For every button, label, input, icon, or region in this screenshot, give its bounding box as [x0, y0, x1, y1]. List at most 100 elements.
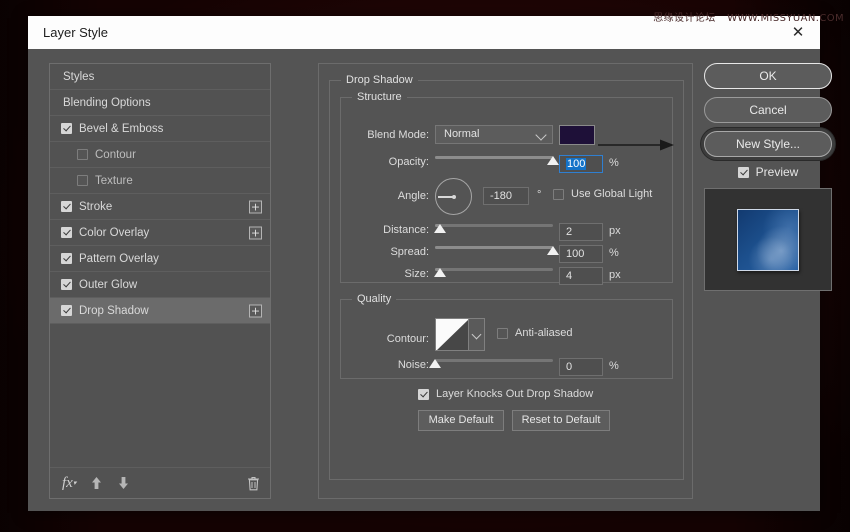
preview-row[interactable]: Preview	[704, 165, 832, 179]
watermark-url: WWW.MISSYUAN.COM	[727, 13, 844, 24]
styles-list-item-label: Pattern Overlay	[79, 252, 159, 265]
styles-list-item-checkbox[interactable]	[61, 227, 72, 238]
styles-list-item-stroke[interactable]: Stroke +	[50, 194, 270, 220]
angle-input[interactable]: -180	[483, 187, 529, 205]
angle-dial[interactable]	[435, 178, 472, 215]
styles-list-item-label: Color Overlay	[79, 226, 150, 239]
styles-list-item-checkbox[interactable]	[61, 279, 72, 290]
styles-list-item-label: Bevel & Emboss	[79, 122, 164, 135]
spread-slider-fill	[435, 246, 553, 249]
angle-value: -180	[490, 190, 513, 202]
size-value: 4	[566, 270, 573, 282]
noise-value: 0	[566, 361, 573, 373]
styles-list-items: Styles Blending Options Bevel & Emboss Cont…	[50, 64, 270, 467]
distance-slider-knob[interactable]	[433, 224, 446, 233]
size-slider-track[interactable]	[435, 268, 553, 271]
add-effect-icon[interactable]: +	[249, 304, 262, 317]
noise-slider-knob[interactable]	[429, 359, 441, 368]
contour-preview[interactable]	[435, 318, 469, 351]
use-global-light-label: Use Global Light	[571, 188, 653, 200]
opacity-slider-track[interactable]	[435, 156, 553, 159]
preview-swatch	[737, 208, 799, 271]
anti-aliased-row[interactable]: Anti-aliased	[497, 327, 572, 339]
knockout-checkbox[interactable]	[418, 388, 429, 400]
styles-list-item-checkbox[interactable]	[77, 149, 88, 160]
make-default-button[interactable]: Make Default	[418, 410, 504, 431]
spread-input[interactable]: 100	[559, 245, 603, 263]
distance-input[interactable]: 2	[559, 223, 603, 241]
opacity-unit: %	[609, 157, 619, 169]
opacity-slider-knob[interactable]	[547, 156, 559, 165]
styles-list-item-styles[interactable]: Styles	[50, 64, 270, 90]
styles-list-item-label: Stroke	[79, 200, 113, 213]
knockout-row[interactable]: Layer Knocks Out Drop Shadow	[418, 388, 593, 400]
spread-slider-knob[interactable]	[547, 246, 559, 255]
styles-list: Styles Blending Options Bevel & Emboss Cont…	[49, 63, 271, 499]
chevron-down-icon	[471, 329, 482, 340]
watermark-chinese: 思缘设计论坛	[653, 13, 716, 24]
cancel-button[interactable]: Cancel	[704, 97, 832, 123]
styles-list-item-checkbox[interactable]	[61, 123, 72, 134]
preview-thumbnail	[704, 188, 832, 291]
styles-list-item-outer-glow[interactable]: Outer Glow	[50, 272, 270, 298]
spread-label: Spread:	[390, 246, 429, 258]
move-up-icon[interactable]	[90, 476, 103, 490]
contour-dropdown[interactable]	[469, 318, 485, 351]
add-effect-icon[interactable]: +	[249, 226, 262, 239]
spread-value: 100	[566, 248, 585, 260]
size-label: Size:	[404, 268, 429, 280]
noise-input[interactable]: 0	[559, 358, 603, 376]
noise-slider-track[interactable]	[435, 359, 553, 362]
use-global-light-checkbox[interactable]	[553, 188, 564, 200]
chevron-down-icon	[535, 129, 547, 141]
size-slider-knob[interactable]	[433, 268, 446, 277]
add-effect-icon[interactable]: +	[249, 200, 262, 213]
annotation-arrow	[598, 137, 676, 153]
styles-list-item-pattern-overlay[interactable]: Pattern Overlay	[50, 246, 270, 272]
move-down-icon[interactable]	[117, 476, 130, 490]
distance-slider-track[interactable]	[435, 224, 553, 227]
noise-label: Noise:	[397, 359, 429, 371]
styles-list-item-color-overlay[interactable]: Color Overlay +	[50, 220, 270, 246]
preview-label: Preview	[755, 165, 799, 179]
quality-group-label: Quality	[352, 293, 397, 305]
styles-list-item-label: Blending Options	[63, 96, 151, 109]
styles-list-item-checkbox[interactable]	[61, 201, 72, 212]
trash-icon[interactable]	[247, 476, 260, 491]
use-global-light-row[interactable]: Use Global Light	[553, 188, 652, 200]
spread-slider-track[interactable]	[435, 246, 553, 249]
watermark: 思缘设计论坛 WWW.MISSYUAN.COM	[653, 9, 844, 24]
fx-icon[interactable]: fx▾	[62, 475, 76, 492]
new-style-button[interactable]: New Style...	[704, 131, 832, 157]
angle-label: Angle:	[397, 190, 429, 202]
styles-list-item-checkbox[interactable]	[77, 175, 88, 186]
ok-button[interactable]: OK	[704, 63, 832, 89]
styles-list-item-checkbox[interactable]	[61, 305, 72, 316]
knockout-label: Layer Knocks Out Drop Shadow	[436, 388, 594, 400]
shadow-color-swatch[interactable]	[559, 125, 595, 145]
distance-unit: px	[609, 225, 621, 237]
styles-list-item-blending-options[interactable]: Blending Options	[50, 90, 270, 116]
distance-label: Distance:	[383, 224, 429, 236]
drop-shadow-group-label: Drop Shadow	[341, 74, 418, 86]
styles-list-item-label: Styles	[63, 70, 95, 83]
opacity-input[interactable]: 100	[559, 155, 603, 173]
anti-aliased-checkbox[interactable]	[497, 327, 508, 339]
styles-list-item-label: Outer Glow	[79, 278, 138, 291]
styles-list-item-texture[interactable]: Texture	[50, 168, 270, 194]
styles-list-item-label: Drop Shadow	[79, 304, 149, 317]
styles-list-item-checkbox[interactable]	[61, 253, 72, 264]
styles-list-item-contour[interactable]: Contour	[50, 142, 270, 168]
reset-default-button[interactable]: Reset to Default	[512, 410, 610, 431]
structure-group: Structure Blend Mode: Normal Opacity: 10…	[340, 91, 673, 285]
spread-unit: %	[609, 247, 619, 259]
size-unit: px	[609, 269, 621, 281]
preview-checkbox[interactable]	[737, 166, 749, 178]
size-input[interactable]: 4	[559, 267, 603, 285]
dialog-body: Styles Blending Options Bevel & Emboss Cont…	[28, 49, 832, 511]
distance-value: 2	[566, 226, 573, 238]
layer-style-dialog: Layer Style ✕ Styles Blending Options Beve…	[28, 16, 832, 511]
styles-list-item-bevel-emboss[interactable]: Bevel & Emboss	[50, 116, 270, 142]
blend-mode-select[interactable]: Normal	[435, 125, 553, 144]
styles-list-item-drop-shadow[interactable]: Drop Shadow +	[50, 298, 270, 324]
